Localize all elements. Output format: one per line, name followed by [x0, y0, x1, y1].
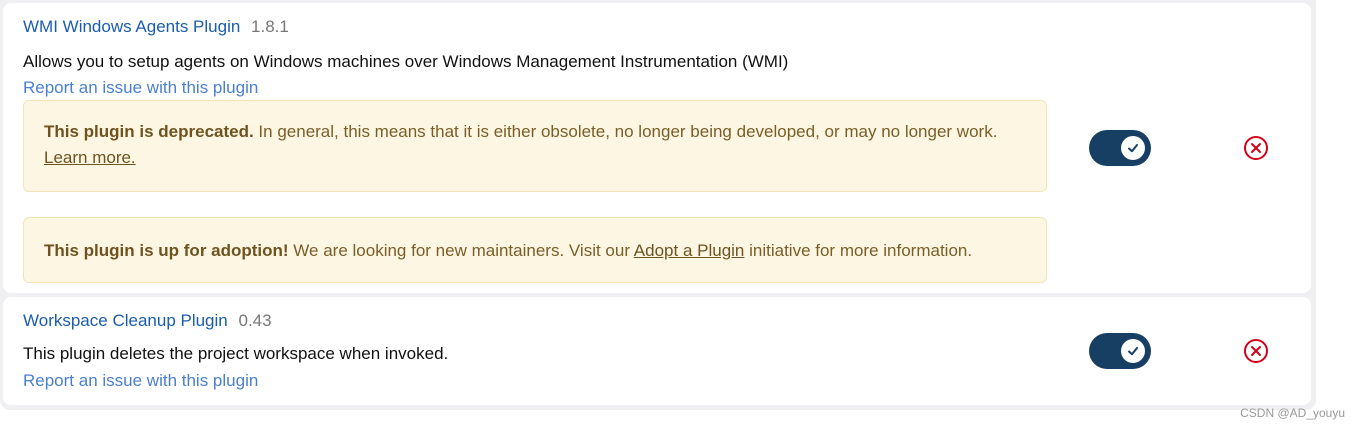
installed-plugins-view: WMI Windows Agents Plugin 1.8.1 Allows y…: [0, 0, 1357, 428]
deprecation-notice-body: In general, this means that it is either…: [253, 122, 998, 141]
adoption-notice: This plugin is up for adoption! We are l…: [23, 217, 1047, 283]
plugin-row-workspace-cleanup: Workspace Cleanup Plugin 0.43 This plugi…: [3, 297, 1311, 405]
adopt-a-plugin-link[interactable]: Adopt a Plugin: [634, 241, 745, 260]
report-issue-link[interactable]: Report an issue with this plugin: [23, 78, 258, 98]
adoption-notice-body-start: We are looking for new maintainers. Visi…: [288, 241, 634, 260]
deprecation-notice-title: This plugin is deprecated.: [44, 122, 254, 141]
plugin-description: This plugin deletes the project workspac…: [23, 344, 449, 363]
adoption-notice-title: This plugin is up for adoption!: [44, 241, 289, 260]
plugin-version: 0.43: [238, 311, 272, 330]
watermark: CSDN @AD_youyu: [1240, 406, 1345, 420]
plugin-title-line: WMI Windows Agents Plugin 1.8.1: [23, 17, 289, 37]
learn-more-link[interactable]: Learn more.: [44, 148, 136, 167]
enable-toggle[interactable]: [1089, 333, 1151, 369]
circle-x-icon: [1244, 339, 1268, 363]
plugin-row-wmi-windows-agents: WMI Windows Agents Plugin 1.8.1 Allows y…: [3, 3, 1311, 293]
plugin-name-link[interactable]: Workspace Cleanup Plugin: [23, 311, 228, 330]
uninstall-button[interactable]: [1243, 135, 1269, 161]
plugin-list: WMI Windows Agents Plugin 1.8.1 Allows y…: [0, 0, 1316, 410]
toggle-knob: [1121, 136, 1145, 160]
plugin-version: 1.8.1: [251, 17, 289, 36]
circle-x-icon: [1244, 136, 1268, 160]
toggle-knob: [1121, 339, 1145, 363]
deprecation-notice: This plugin is deprecated. In general, t…: [23, 100, 1047, 192]
check-icon: [1128, 144, 1138, 153]
uninstall-button[interactable]: [1243, 338, 1269, 364]
adoption-notice-body-end: initiative for more information.: [744, 241, 973, 260]
check-icon: [1128, 347, 1138, 356]
enable-toggle[interactable]: [1089, 130, 1151, 166]
plugin-name-link[interactable]: WMI Windows Agents Plugin: [23, 17, 240, 36]
report-issue-link[interactable]: Report an issue with this plugin: [23, 371, 258, 391]
plugin-description: Allows you to setup agents on Windows ma…: [23, 52, 789, 71]
plugin-title-line: Workspace Cleanup Plugin 0.43: [23, 311, 272, 331]
